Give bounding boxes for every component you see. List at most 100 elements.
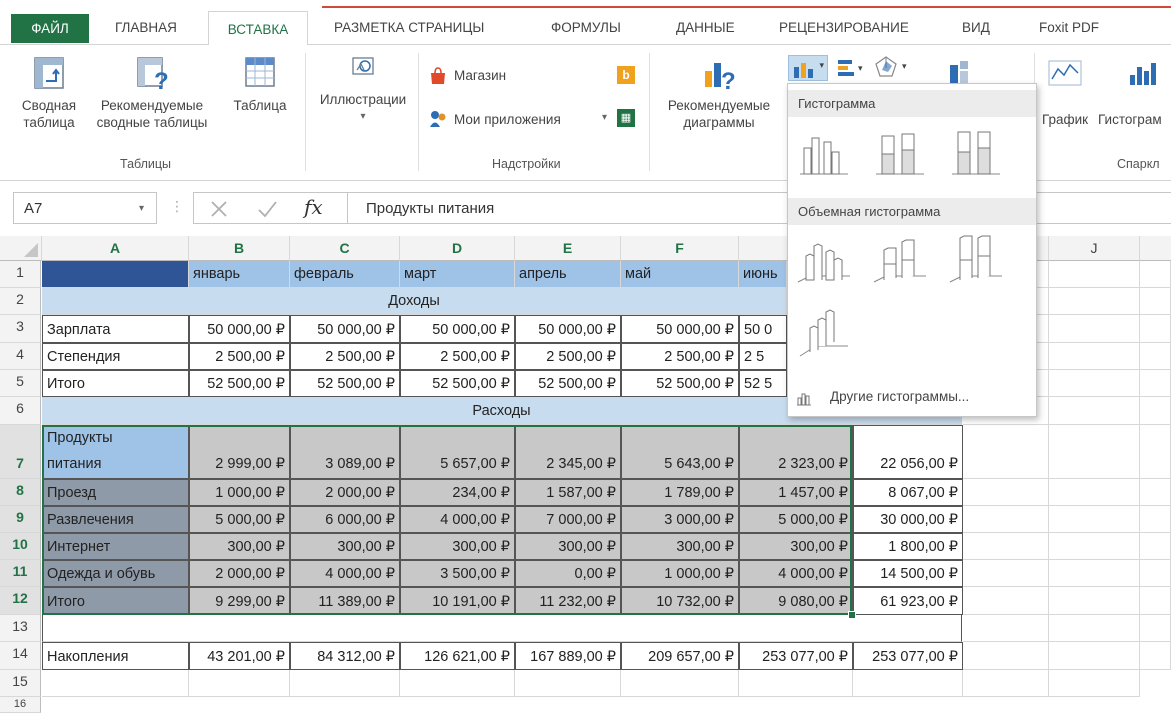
- cell-h15[interactable]: [853, 670, 963, 697]
- empty-cell[interactable]: [963, 642, 1049, 670]
- illustrations-button[interactable]: Иллюстрации ▾: [311, 55, 415, 125]
- recommended-charts-button[interactable]: ? Рекомендуемые диаграммы: [655, 55, 783, 131]
- column-header-f[interactable]: F: [621, 236, 739, 261]
- row-header-5[interactable]: 5: [0, 370, 41, 397]
- sparkline-line-button[interactable]: График: [1036, 59, 1094, 128]
- column-header-e[interactable]: E: [515, 236, 621, 261]
- cell-c15[interactable]: [290, 670, 400, 697]
- tab-formulas[interactable]: ФОРМУЛЫ: [551, 20, 621, 35]
- expense-cell[interactable]: 2 999,00 ₽: [189, 425, 290, 479]
- expense-cell[interactable]: 300,00 ₽: [739, 533, 853, 560]
- column-header-d[interactable]: D: [400, 236, 515, 261]
- income-cell[interactable]: 50 000,00 ₽: [621, 315, 739, 343]
- expense-row-label[interactable]: Развлечения: [42, 506, 189, 533]
- empty-cell[interactable]: [1049, 425, 1140, 479]
- income-cell[interactable]: 52 500,00 ₽: [515, 370, 621, 397]
- power-view-icon[interactable]: ▦: [617, 109, 635, 127]
- cell-d15[interactable]: [400, 670, 515, 697]
- income-cell[interactable]: 52 5: [739, 370, 787, 397]
- expense-cell[interactable]: 4 000,00 ₽: [290, 560, 400, 587]
- tab-data[interactable]: ДАННЫЕ: [676, 20, 735, 35]
- empty-cell[interactable]: [963, 533, 1049, 560]
- income-cell[interactable]: 50 000,00 ₽: [515, 315, 621, 343]
- empty-cell[interactable]: [1140, 315, 1171, 343]
- my-apps-button[interactable]: Мои приложения ▾: [428, 109, 618, 131]
- 100-stacked-column-icon[interactable]: [948, 126, 1004, 180]
- more-column-charts-item[interactable]: Другие гистограммы...: [788, 382, 1036, 412]
- empty-cell[interactable]: [1049, 506, 1140, 533]
- expense-cell[interactable]: 10 732,00 ₽: [621, 587, 739, 615]
- month-header[interactable]: март: [400, 261, 515, 288]
- column-header-k[interactable]: [1140, 236, 1171, 261]
- pivot-table-button[interactable]: Сводная таблица: [14, 55, 84, 131]
- expense-cell[interactable]: 1 789,00 ₽: [621, 479, 739, 506]
- income-section-header[interactable]: Доходы: [42, 288, 787, 315]
- empty-cell[interactable]: [1140, 560, 1171, 587]
- column-chart-button[interactable]: ▾: [788, 55, 828, 81]
- empty-cell[interactable]: [1140, 615, 1171, 642]
- row-header-11[interactable]: 11: [0, 560, 41, 587]
- expense-cell[interactable]: 4 000,00 ₽: [739, 560, 853, 587]
- row-header-12[interactable]: 12: [0, 587, 41, 615]
- cell-a15[interactable]: [42, 670, 189, 697]
- expense-cell[interactable]: 1 000,00 ₽: [621, 560, 739, 587]
- cell-e15[interactable]: [515, 670, 621, 697]
- insert-function-icon[interactable]: fx: [304, 195, 323, 219]
- expense-cell[interactable]: 300,00 ₽: [515, 533, 621, 560]
- savings-cell[interactable]: 253 077,00 ₽: [853, 642, 963, 670]
- savings-cell[interactable]: 43 201,00 ₽: [189, 642, 290, 670]
- empty-cell[interactable]: [1049, 560, 1140, 587]
- expense-row-label[interactable]: Итого: [42, 587, 189, 615]
- income-cell[interactable]: 2 500,00 ₽: [290, 343, 400, 370]
- expense-cell[interactable]: 9 299,00 ₽: [189, 587, 290, 615]
- table-button[interactable]: Таблица: [225, 55, 295, 114]
- income-cell[interactable]: 2 5: [739, 343, 787, 370]
- expense-row-label[interactable]: Проезд: [42, 479, 189, 506]
- empty-cell[interactable]: [1140, 261, 1171, 288]
- row-header-8[interactable]: 8: [0, 479, 41, 506]
- expense-row-label[interactable]: Продукты питания: [42, 425, 189, 479]
- expense-cell[interactable]: 1 457,00 ₽: [739, 479, 853, 506]
- expense-cell[interactable]: 11 389,00 ₽: [290, 587, 400, 615]
- income-cell[interactable]: 52 500,00 ₽: [400, 370, 515, 397]
- empty-cell[interactable]: [1049, 642, 1140, 670]
- expense-cell[interactable]: 0,00 ₽: [515, 560, 621, 587]
- tab-page-layout[interactable]: РАЗМЕТКА СТРАНИЦЫ: [334, 20, 484, 35]
- expense-total-cell[interactable]: 8 067,00 ₽: [853, 479, 963, 506]
- empty-cell[interactable]: [1049, 479, 1140, 506]
- empty-cell[interactable]: [1140, 587, 1171, 615]
- 3d-stacked-column-icon[interactable]: [872, 232, 928, 286]
- month-header[interactable]: май: [621, 261, 739, 288]
- 3d-column-icon[interactable]: [796, 306, 852, 360]
- expense-cell[interactable]: 3 500,00 ₽: [400, 560, 515, 587]
- empty-cell[interactable]: [1140, 425, 1171, 479]
- bar-chart-icon[interactable]: ▾: [836, 57, 866, 79]
- month-header[interactable]: январь: [189, 261, 290, 288]
- row-header-10[interactable]: 10: [0, 533, 41, 560]
- savings-label[interactable]: Накопления: [42, 642, 189, 670]
- expense-cell[interactable]: 3 000,00 ₽: [621, 506, 739, 533]
- expense-cell[interactable]: 6 000,00 ₽: [290, 506, 400, 533]
- row-header-14[interactable]: 14: [0, 642, 41, 670]
- row-header-6[interactable]: 6: [0, 397, 41, 425]
- expense-cell[interactable]: 11 232,00 ₽: [515, 587, 621, 615]
- pivot-chart-icon[interactable]: [946, 57, 976, 85]
- savings-cell[interactable]: 126 621,00 ₽: [400, 642, 515, 670]
- expense-total-cell[interactable]: 1 800,00 ₽: [853, 533, 963, 560]
- savings-cell[interactable]: 167 889,00 ₽: [515, 642, 621, 670]
- expense-cell[interactable]: 300,00 ₽: [621, 533, 739, 560]
- store-button[interactable]: Магазин: [428, 67, 648, 89]
- income-cell[interactable]: 52 500,00 ₽: [189, 370, 290, 397]
- bing-maps-icon[interactable]: b: [617, 66, 635, 84]
- column-header-j[interactable]: J: [1049, 236, 1140, 261]
- income-cell[interactable]: 2 500,00 ₽: [189, 343, 290, 370]
- cell-row-13[interactable]: [42, 615, 962, 642]
- expense-cell[interactable]: 5 000,00 ₽: [189, 506, 290, 533]
- empty-cell[interactable]: [1140, 642, 1171, 670]
- income-row-label[interactable]: Зарплата: [42, 315, 189, 343]
- income-cell[interactable]: 2 500,00 ₽: [621, 343, 739, 370]
- expense-cell[interactable]: 3 089,00 ₽: [290, 425, 400, 479]
- expense-cell[interactable]: 5 657,00 ₽: [400, 425, 515, 479]
- expense-total-cell[interactable]: 61 923,00 ₽: [853, 587, 963, 615]
- column-header-a[interactable]: A: [42, 236, 189, 261]
